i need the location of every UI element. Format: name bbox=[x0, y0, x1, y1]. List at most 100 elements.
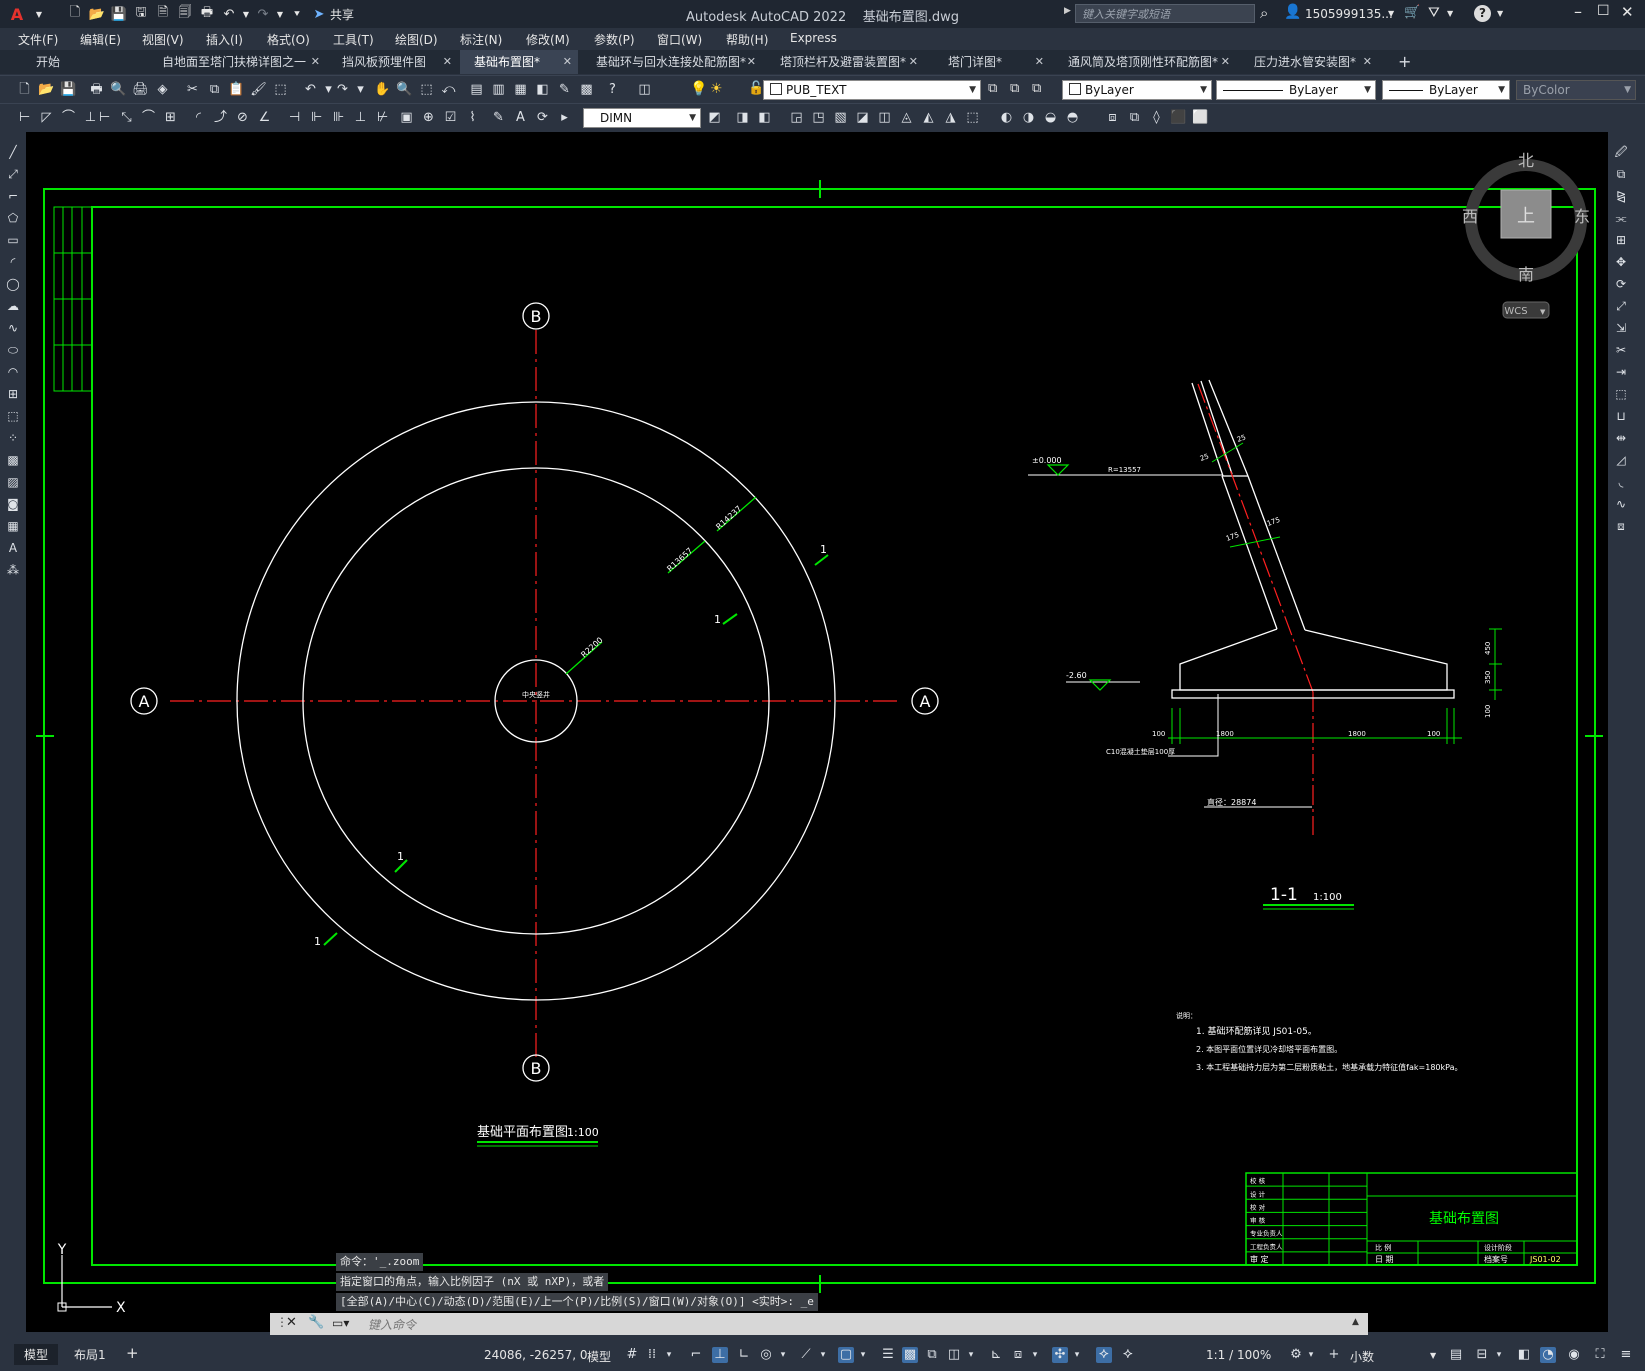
cut-icon[interactable]: ✂ bbox=[184, 81, 201, 98]
fullscreen-icon[interactable]: ⛶ bbox=[1592, 1347, 1608, 1363]
tab-close-icon[interactable]: ✕ bbox=[909, 50, 918, 74]
model-space-toggle[interactable]: 模型 bbox=[587, 1348, 611, 1365]
save-icon[interactable]: 💾 bbox=[60, 81, 77, 98]
viewcube-east[interactable]: 东 bbox=[1574, 207, 1590, 226]
add-selected-icon[interactable]: ⁂ bbox=[5, 562, 21, 578]
command-input[interactable]: 键入命令 bbox=[368, 1316, 416, 1333]
close-icon[interactable]: ✕ bbox=[1621, 3, 1634, 21]
tab-close-icon[interactable]: ✕ bbox=[1035, 50, 1044, 74]
tab-close-icon[interactable]: ✕ bbox=[1363, 50, 1372, 74]
mirror-icon[interactable]: ⧎ bbox=[1613, 188, 1629, 204]
dynamic-input-icon[interactable]: ⊥ bbox=[712, 1347, 728, 1363]
dim-aligned2-icon[interactable]: ⤡ bbox=[118, 109, 135, 126]
pan-icon[interactable]: ✋ bbox=[374, 81, 391, 98]
viewcube[interactable]: 上 北 南 东 西 WCS ▼ bbox=[1462, 151, 1590, 319]
selection-filter-dropdown-icon[interactable]: ▾ bbox=[1030, 1347, 1040, 1363]
layer-bulb-icon[interactable]: 💡 bbox=[690, 81, 707, 97]
maximize-icon[interactable]: ☐ bbox=[1597, 3, 1610, 19]
viewcube-south[interactable]: 南 bbox=[1518, 265, 1534, 284]
app-dropdown-icon[interactable]: ▼ bbox=[1447, 9, 1453, 18]
plot-icon[interactable]: 🖶 bbox=[198, 5, 216, 23]
tab-tower-door[interactable]: 塔门详图* ✕ bbox=[928, 50, 1050, 74]
plot-preview-icon[interactable]: 🔍 bbox=[110, 81, 127, 98]
annotation-scale[interactable]: 1:1 / 100% bbox=[1206, 1348, 1271, 1362]
new-file-icon[interactable]: 🗋 bbox=[66, 5, 84, 23]
menu-file[interactable]: 文件(F) bbox=[18, 31, 58, 48]
tool16-icon[interactable]: ◊ bbox=[1148, 109, 1165, 126]
snap-icon[interactable]: ⁞⁞ bbox=[644, 1347, 660, 1363]
markup-icon[interactable]: ✎ bbox=[556, 81, 573, 98]
tab-vent-rebar[interactable]: 通风筒及塔顶刚性环配筋图* ✕ bbox=[1054, 50, 1236, 74]
workspace-dropdown-icon[interactable]: ▾ bbox=[1306, 1347, 1316, 1363]
dim-baseline-icon[interactable]: ⊩ bbox=[308, 109, 325, 126]
layer-previous-icon[interactable]: ⧉ bbox=[1010, 81, 1019, 96]
ellipse-arc-icon[interactable]: ◠ bbox=[5, 364, 21, 380]
dim-ordinate2-icon[interactable]: ⊞ bbox=[162, 109, 179, 126]
zoom-window-icon[interactable]: ⬚ bbox=[418, 81, 435, 98]
search-expand-icon[interactable]: ▶ bbox=[1064, 6, 1071, 16]
open-file-icon[interactable]: 📂 bbox=[88, 5, 106, 23]
graphics-perf-icon[interactable]: ◔ bbox=[1540, 1347, 1556, 1363]
tool10-icon[interactable]: ◐ bbox=[998, 109, 1015, 126]
autodesk-app-icon[interactable]: ⛛ bbox=[1428, 5, 1440, 21]
save-web-icon[interactable]: 🗐 bbox=[176, 5, 194, 23]
undo-icon[interactable]: ↶ bbox=[302, 81, 319, 98]
search-input[interactable]: 键入关键字或短语 bbox=[1075, 4, 1255, 23]
tool18-icon[interactable]: ⬜ bbox=[1192, 109, 1209, 126]
redo-icon[interactable]: ↷ bbox=[254, 5, 272, 23]
array-icon[interactable]: ⊞ bbox=[1613, 232, 1629, 248]
linetype-dropdown[interactable]: ByLayer ▼ bbox=[1216, 80, 1376, 100]
open-icon[interactable]: 📂 bbox=[38, 81, 55, 98]
selection-filter-icon[interactable]: ⧈ bbox=[1010, 1347, 1026, 1363]
spline-icon[interactable]: ∿ bbox=[5, 320, 21, 336]
3d-osnap-icon[interactable]: ◫ bbox=[946, 1347, 962, 1363]
app-menu-chevron-icon[interactable]: ▼ bbox=[30, 5, 48, 23]
customize-status-icon[interactable]: ≡ bbox=[1618, 1347, 1634, 1363]
quick-properties-icon[interactable]: ▤ bbox=[1448, 1347, 1464, 1363]
share-button[interactable]: 共享 bbox=[330, 6, 354, 23]
lock-ui-icon[interactable]: ⊟ bbox=[1474, 1347, 1490, 1363]
customize-qat-icon[interactable]: ⯆ bbox=[288, 5, 306, 23]
new-icon[interactable]: 🗋 bbox=[16, 81, 33, 98]
gizmo-icon[interactable]: ✣ bbox=[1052, 1347, 1068, 1363]
blend-icon[interactable]: ∿ bbox=[1613, 496, 1629, 512]
isodraft-dropdown-icon[interactable]: ▾ bbox=[818, 1347, 828, 1363]
tool9-icon[interactable]: ⬚ bbox=[964, 109, 981, 126]
tab-railing[interactable]: 塔顶栏杆及避雷装置图* ✕ bbox=[766, 50, 924, 74]
redo-list-icon[interactable]: ▾ bbox=[352, 81, 369, 98]
undo-icon[interactable]: ↶ bbox=[220, 5, 238, 23]
dim-angular-icon[interactable]: ∠ bbox=[256, 109, 273, 126]
help-icon[interactable]: ? bbox=[1474, 5, 1491, 22]
fillet-icon[interactable]: ◟ bbox=[1613, 474, 1629, 490]
tool6-icon[interactable]: ◬ bbox=[898, 109, 915, 126]
plot-icon[interactable]: 🖶 bbox=[88, 81, 105, 98]
tab-stair-detail[interactable]: 自地面至塔门扶梯详图之一 ✕ bbox=[150, 50, 326, 74]
viewcube-west[interactable]: 西 bbox=[1462, 207, 1478, 226]
make-block-icon[interactable]: ⬚ bbox=[5, 408, 21, 424]
osnap-dropdown-icon[interactable]: ▾ bbox=[858, 1347, 868, 1363]
isolate-objects-icon[interactable]: ◧ bbox=[1516, 1347, 1532, 1363]
zoom-previous-icon[interactable]: ⤺ bbox=[440, 81, 457, 98]
layer-states-icon[interactable]: ⧉ bbox=[1032, 81, 1041, 96]
tool2-icon[interactable]: ◳ bbox=[810, 109, 827, 126]
selection-cycling-icon[interactable]: ⧉ bbox=[924, 1347, 940, 1363]
rectangle-icon[interactable]: ▭ bbox=[5, 232, 21, 248]
save-as-icon[interactable]: 🖫 bbox=[132, 5, 150, 23]
cart-icon[interactable]: 🛒 bbox=[1404, 5, 1420, 20]
new-tab-icon[interactable]: + bbox=[1398, 52, 1411, 71]
user-dropdown-icon[interactable]: ▼ bbox=[1388, 9, 1394, 18]
grid-icon[interactable]: # bbox=[624, 1347, 640, 1363]
3d-osnap-dropdown-icon[interactable]: ▾ bbox=[966, 1347, 976, 1363]
menu-view[interactable]: 视图(V) bbox=[142, 31, 184, 48]
break-at-point-icon[interactable]: ⬚ bbox=[1613, 386, 1629, 402]
dim-linear-icon[interactable]: ⊢ bbox=[16, 109, 33, 126]
snap-dropdown-icon[interactable]: ▾ bbox=[664, 1347, 674, 1363]
command-prompt-icon[interactable]: ▭▾ bbox=[332, 1316, 349, 1330]
construction-line-icon[interactable]: ⤢ bbox=[5, 166, 21, 182]
rotate-icon[interactable]: ⟳ bbox=[1613, 276, 1629, 292]
line-icon[interactable]: ╱ bbox=[5, 144, 21, 160]
dim-arc-icon[interactable]: ⌒ bbox=[60, 109, 77, 126]
menu-format[interactable]: 格式(O) bbox=[267, 31, 310, 48]
menu-parametric[interactable]: 参数(P) bbox=[594, 31, 635, 48]
command-close-icon[interactable]: ✕ bbox=[286, 1315, 297, 1330]
